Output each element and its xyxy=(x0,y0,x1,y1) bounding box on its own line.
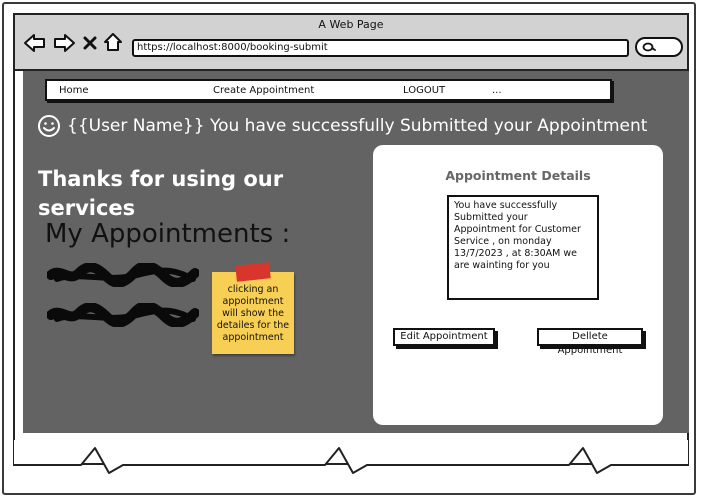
url-input[interactable]: https://localhost:8000/booking-submit xyxy=(132,39,629,57)
success-message-row: {{User Name}} You have successfully Subm… xyxy=(37,113,677,139)
sticky-note-text: clicking an appointment will show the de… xyxy=(216,284,290,343)
appointment-details-text: You have successfully Submitted your App… xyxy=(447,195,599,300)
nav-logout[interactable]: LOGOUT xyxy=(403,85,445,96)
appointment-details-panel: Appointment Details You have successfull… xyxy=(373,145,663,425)
browser-window: A Web Page https://localhost:8000/bookin… xyxy=(13,13,689,465)
appointment-item-redacted[interactable] xyxy=(47,303,199,327)
my-appointments-heading: My Appointments : xyxy=(45,219,291,249)
back-arrow-icon[interactable] xyxy=(23,33,47,53)
window-title: A Web Page xyxy=(318,18,384,31)
panel-title: Appointment Details xyxy=(445,168,591,183)
nav-home[interactable]: Home xyxy=(59,85,89,96)
edit-appointment-button[interactable]: Edit Appointment xyxy=(393,328,495,346)
sticky-note: clicking an appointment will show the de… xyxy=(212,262,294,354)
nav-create-appointment[interactable]: Create Appointment xyxy=(213,85,314,96)
torn-page-edge xyxy=(13,440,689,474)
nav-more[interactable]: ... xyxy=(492,85,502,96)
forward-arrow-icon[interactable] xyxy=(52,33,76,53)
home-icon[interactable] xyxy=(102,31,124,53)
appointment-item-redacted[interactable] xyxy=(47,263,199,287)
page-content: Home Create Appointment LOGOUT ... {{Use… xyxy=(23,71,689,433)
top-navbar: Home Create Appointment LOGOUT ... xyxy=(45,79,612,101)
success-message: {{User Name}} You have successfully Subm… xyxy=(67,116,648,136)
search-field[interactable] xyxy=(635,37,683,57)
thanks-heading: Thanks for using our services xyxy=(38,167,284,220)
close-icon[interactable] xyxy=(82,35,98,51)
search-icon xyxy=(642,42,656,52)
browser-titlebar: A Web Page https://localhost:8000/bookin… xyxy=(15,15,687,71)
delete-appointment-button[interactable]: Dellete Appointment xyxy=(537,328,643,356)
smiley-icon xyxy=(38,115,60,137)
